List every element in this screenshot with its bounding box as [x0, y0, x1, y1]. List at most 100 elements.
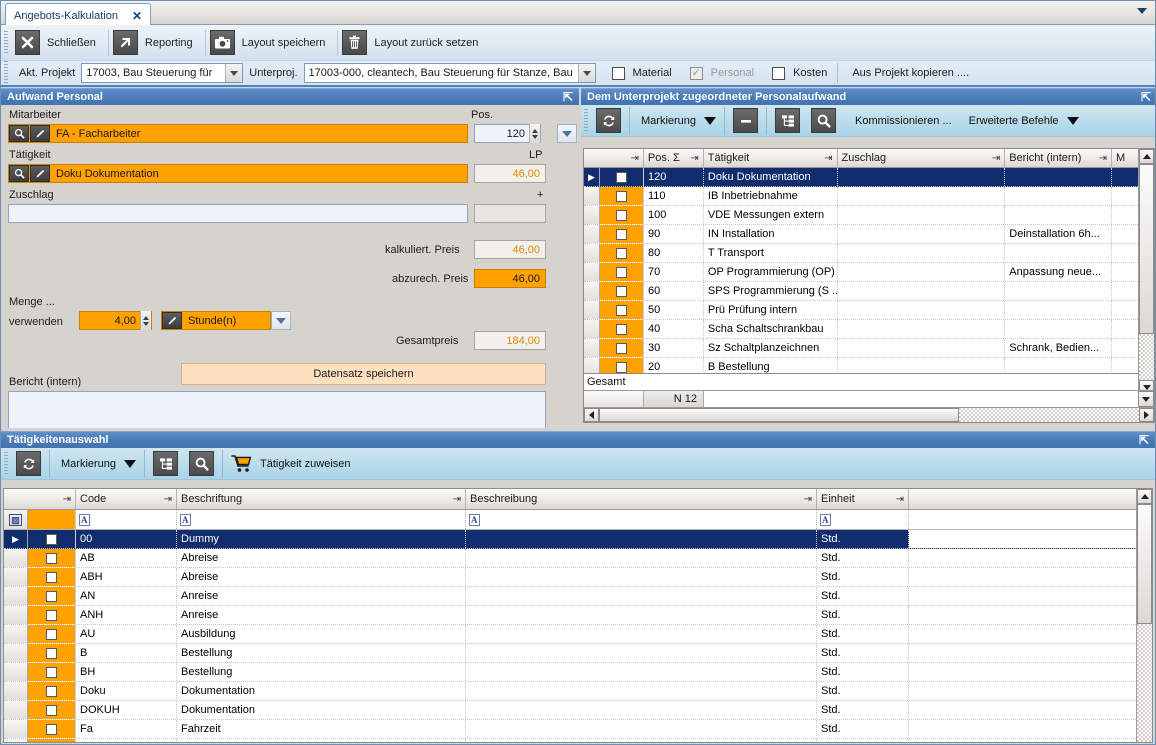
cell-einheit[interactable]: Std.: [817, 644, 909, 662]
filter-toggle-icon[interactable]: ▨: [9, 514, 22, 526]
table-row[interactable]: ANAnreiseStd.: [4, 587, 1136, 606]
cell-bericht[interactable]: [1005, 301, 1112, 319]
cell-pos[interactable]: 70: [644, 263, 704, 281]
cell-beschreibung[interactable]: [466, 701, 817, 719]
cell-pos[interactable]: 30: [644, 339, 704, 357]
row-indicator[interactable]: [4, 644, 28, 662]
cell-code[interactable]: FahrZeit: [76, 739, 177, 742]
table-row[interactable]: 90IN InstallationDeinstallation 6h...: [584, 225, 1138, 244]
cell-taetigkeit[interactable]: IN Installation: [704, 225, 838, 243]
cell-beschreibung[interactable]: [466, 549, 817, 567]
cell-zuschlag[interactable]: [838, 320, 1006, 338]
markierung-menu-button[interactable]: Markierung: [50, 449, 144, 479]
row-checkbox[interactable]: [616, 172, 627, 183]
row-indicator[interactable]: [584, 187, 600, 205]
remove-row-button[interactable]: [725, 106, 766, 136]
taetigkeit-field[interactable]: Doku Dokumentation: [8, 164, 468, 183]
cell-m[interactable]: [1112, 263, 1138, 281]
grid-vertical-scrollbar[interactable]: [1138, 149, 1154, 390]
cell-beschreibung[interactable]: [466, 720, 817, 738]
cell-beschriftung[interactable]: Dokumentation: [177, 682, 466, 700]
cell-bericht[interactable]: Schrank, Bedien...: [1005, 339, 1112, 357]
row-indicator[interactable]: [584, 206, 600, 224]
cell-pos[interactable]: 40: [644, 320, 704, 338]
row-checkbox[interactable]: [616, 210, 627, 221]
table-row[interactable]: 80T Transport: [584, 244, 1138, 263]
row-checkbox-cell[interactable]: [600, 225, 644, 243]
table-row[interactable]: DokuDokumentationStd.: [4, 682, 1136, 701]
row-indicator[interactable]: [4, 625, 28, 643]
cell-m[interactable]: [1112, 301, 1138, 319]
grid-header-taetigkeit[interactable]: Tätigkeit ⇥: [704, 149, 838, 167]
row-checkbox-cell[interactable]: [600, 244, 644, 262]
cell-zuschlag[interactable]: [838, 301, 1006, 319]
row-checkbox-cell[interactable]: [600, 168, 644, 186]
cell-zuschlag[interactable]: [838, 282, 1006, 300]
row-checkbox-cell[interactable]: [28, 701, 76, 719]
grid-header-zuschlag[interactable]: Zuschlag ⇥: [838, 149, 1006, 167]
row-checkbox-cell[interactable]: [600, 187, 644, 205]
scroll-up-arrow[interactable]: [1137, 489, 1152, 504]
einheit-field[interactable]: Stunde(n): [161, 311, 271, 330]
save-record-button[interactable]: Datensatz speichern: [181, 363, 546, 385]
row-indicator[interactable]: [4, 606, 28, 624]
scroll-up-arrow[interactable]: [1139, 149, 1154, 164]
row-checkbox-cell[interactable]: [600, 301, 644, 319]
kommissionieren-button[interactable]: Kommissionieren ...: [844, 106, 960, 136]
row-checkbox[interactable]: [46, 553, 57, 564]
mitarbeiter-field[interactable]: FA - Facharbeiter: [8, 124, 468, 143]
cell-beschreibung[interactable]: [466, 568, 817, 586]
row-checkbox[interactable]: [616, 305, 627, 316]
row-indicator[interactable]: [584, 263, 600, 281]
row-checkbox-cell[interactable]: [28, 549, 76, 567]
cell-pos[interactable]: 80: [644, 244, 704, 262]
row-checkbox[interactable]: [46, 648, 57, 659]
column-pin-icon[interactable]: ⇥: [804, 494, 812, 505]
personal-checkbox-group[interactable]: ✓ Personal: [690, 67, 754, 80]
grid-header-beschreibung[interactable]: Beschreibung ⇥: [466, 489, 817, 509]
pin-icon[interactable]: ⇱: [1141, 90, 1151, 104]
cell-einheit[interactable]: Std.: [817, 701, 909, 719]
right-toolbar-gripper[interactable]: [583, 109, 590, 133]
row-checkbox-cell[interactable]: [600, 263, 644, 281]
cell-beschriftung[interactable]: Dummy: [177, 530, 466, 548]
grid-header-m[interactable]: M: [1112, 149, 1138, 167]
filter-code-input[interactable]: A: [76, 510, 177, 529]
cell-beschreibung[interactable]: [466, 739, 817, 742]
mitarbeiter-dropdown-button[interactable]: [557, 124, 577, 143]
cell-taetigkeit[interactable]: Scha Schaltschrankbau: [704, 320, 838, 338]
cell-code[interactable]: Doku: [76, 682, 177, 700]
markierung-menu-button[interactable]: Markierung: [630, 106, 724, 136]
refresh-button[interactable]: [13, 449, 49, 479]
edit-pencil-icon[interactable]: [162, 312, 182, 329]
row-checkbox[interactable]: [46, 534, 57, 545]
cell-m[interactable]: [1112, 187, 1138, 205]
row-checkbox-cell[interactable]: [600, 206, 644, 224]
chevron-down-icon[interactable]: [578, 64, 595, 82]
table-row[interactable]: 110IB Inbetriebnahme: [584, 187, 1138, 206]
table-row[interactable]: 60SPS Programmierung (S ...: [584, 282, 1138, 301]
kosten-checkbox[interactable]: [772, 67, 785, 80]
column-pin-icon[interactable]: ⇥: [992, 153, 1000, 164]
filter-checkbox-cell[interactable]: [28, 510, 76, 529]
column-pin-icon[interactable]: ⇥: [690, 153, 698, 164]
row-checkbox-cell[interactable]: [600, 282, 644, 300]
zuschlag-amount-field[interactable]: [474, 204, 546, 223]
cell-taetigkeit[interactable]: OP Programmierung (OP): [704, 263, 838, 281]
row-indicator[interactable]: ▶: [4, 530, 28, 548]
search-icon[interactable]: [9, 165, 29, 182]
cell-code[interactable]: ABH: [76, 568, 177, 586]
cell-zuschlag[interactable]: [838, 339, 1006, 357]
cell-zuschlag[interactable]: [838, 263, 1006, 281]
row-indicator[interactable]: [4, 739, 28, 742]
row-checkbox-cell[interactable]: [28, 739, 76, 742]
chevron-down-icon[interactable]: [225, 64, 242, 82]
column-pin-icon[interactable]: ⇥: [164, 494, 172, 505]
cell-pos[interactable]: 50: [644, 301, 704, 319]
abzurech-preis-field[interactable]: 46,00: [474, 269, 546, 288]
grid-header-pos[interactable]: Pos. Σ ⇥: [644, 149, 704, 167]
row-checkbox[interactable]: [46, 572, 57, 583]
table-row[interactable]: ABAbreiseStd.: [4, 549, 1136, 568]
table-row[interactable]: 30Sz SchaltplanzeichnenSchrank, Bedien..…: [584, 339, 1138, 358]
pin-icon[interactable]: ⇱: [1139, 433, 1149, 447]
